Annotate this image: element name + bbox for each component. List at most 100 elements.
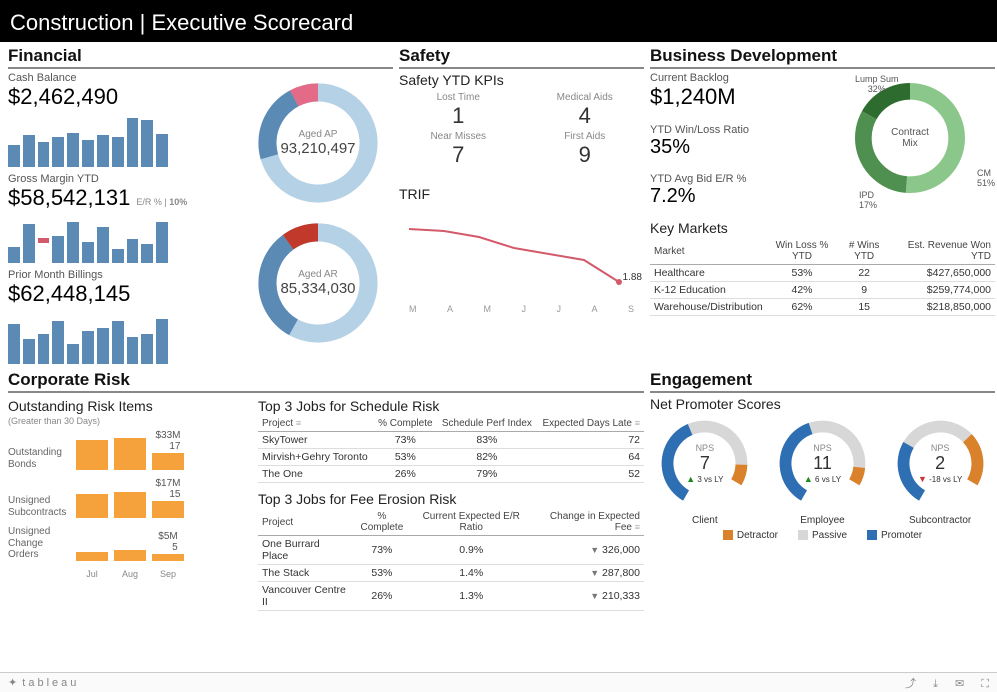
- table-row[interactable]: SkyTower73%83%72: [258, 432, 644, 449]
- aged-ar-value: 85,334,030: [280, 280, 355, 297]
- share-icon[interactable]: ⤴: [905, 678, 916, 690]
- kpi-first-aids-label: First Aids: [526, 131, 645, 142]
- gross-margin-sparkline: [8, 213, 168, 263]
- risk-label: Outstanding Bonds: [8, 447, 70, 470]
- gross-margin-label: Gross Margin YTD: [8, 173, 235, 185]
- panel-safety: Safety Safety YTD KPIs Lost Time1 Medica…: [399, 46, 644, 364]
- cash-balance-label: Cash Balance: [8, 72, 235, 84]
- sched-risk-title: Top 3 Jobs for Schedule Risk: [258, 398, 644, 414]
- fee-risk-table[interactable]: Project % Complete Current Expected E/R …: [258, 509, 644, 611]
- download-icon[interactable]: ⤓: [933, 678, 938, 690]
- col-winloss: Win Loss % YTD: [767, 238, 838, 265]
- risk-subtitle-note: (Greater than 30 Days): [8, 416, 248, 426]
- panel-financial: Financial Cash Balance $2,462,490: [8, 46, 393, 364]
- risk-label: Unsigned Change Orders: [8, 526, 70, 561]
- footer-bar: ✦ tableau ⤴ ⤓ ✉ ⛶: [0, 672, 997, 692]
- sort-icon[interactable]: ≡: [635, 418, 640, 428]
- nps-score: 7: [700, 453, 710, 474]
- risk-row-bonds[interactable]: Outstanding Bonds $33M17: [8, 430, 248, 470]
- aged-ap-label: Aged AP: [299, 129, 338, 140]
- mix-center-label: Contract Mix: [891, 127, 929, 149]
- nps-employee[interactable]: NPS 11 ▲ 6 vs LY Employee: [775, 416, 870, 526]
- panel-bizdev: Business Development Current Backlog $1,…: [650, 46, 995, 364]
- risk-label: Unsigned Subcontracts: [8, 495, 70, 518]
- trif-month: S: [628, 304, 634, 314]
- mix-cm-label: CM51%: [977, 168, 995, 188]
- table-row[interactable]: One Burrard Place73%0.9%▼ 326,000: [258, 536, 644, 565]
- trif-line-chart[interactable]: 1.88 M A M J J A S: [399, 204, 644, 314]
- risk-month: Aug: [114, 569, 146, 579]
- nps-score: 2: [935, 453, 945, 474]
- table-row[interactable]: The Stack53%1.4%▼ 287,800: [258, 565, 644, 582]
- backlog-label: Current Backlog: [650, 72, 819, 84]
- risk-row-change-orders[interactable]: Unsigned Change Orders $5M5: [8, 526, 248, 561]
- nps-subtitle: Net Promoter Scores: [650, 396, 995, 412]
- kpi-near-miss-value: 7: [399, 142, 518, 168]
- nps-legend: Detractor Passive Promoter: [650, 530, 995, 541]
- risk-subtitle: Outstanding Risk Items: [8, 398, 248, 414]
- section-header-safety: Safety: [399, 46, 644, 69]
- nps-subcontractor[interactable]: NPS 2 ▼ -18 vs LY Subcontractor: [893, 416, 988, 526]
- table-row[interactable]: Mirvish+Gehry Toronto53%82%64: [258, 449, 644, 466]
- nps-label: Employee: [775, 515, 870, 526]
- table-row[interactable]: Healthcare53%22$427,650,000: [650, 265, 995, 282]
- fee-risk-title: Top 3 Jobs for Fee Erosion Risk: [258, 491, 644, 507]
- key-markets-table[interactable]: Market Win Loss % YTD # Wins YTD Est. Re…: [650, 238, 995, 316]
- table-row[interactable]: Vancouver Centre II26%1.3%▼ 210,333: [258, 582, 644, 611]
- mix-ipd-label: IPD17%: [859, 190, 877, 210]
- tableau-logo[interactable]: ✦ tableau: [8, 676, 79, 689]
- aged-ap-donut[interactable]: Aged AP 93,210,497: [253, 78, 383, 208]
- section-header-bizdev: Business Development: [650, 46, 995, 69]
- comment-icon[interactable]: ✉: [955, 678, 964, 690]
- section-header-risk: Corporate Risk: [8, 370, 644, 393]
- fullscreen-icon[interactable]: ⛶: [981, 678, 989, 690]
- trif-month: M: [409, 304, 417, 314]
- triangle-up-icon: ▲: [686, 474, 695, 484]
- nps-client[interactable]: NPS 7 ▲ 3 vs LY Client: [657, 416, 752, 526]
- trif-label: TRIF: [399, 186, 644, 202]
- col-wins: # Wins YTD: [837, 238, 891, 265]
- winloss-label: YTD Win/Loss Ratio: [650, 124, 819, 136]
- legend-swatch-promoter: [867, 530, 877, 540]
- trif-month: J: [521, 304, 526, 314]
- aged-ar-label: Aged AR: [298, 269, 337, 280]
- safety-subtitle: Safety YTD KPIs: [399, 72, 644, 88]
- prior-billings-value: $62,448,145: [8, 281, 235, 307]
- page-title: Construction | Executive Scorecard: [0, 6, 997, 42]
- table-row[interactable]: K-12 Education42%9$259,774,000: [650, 282, 995, 299]
- winloss-value: 35%: [650, 136, 819, 159]
- trif-month: A: [591, 304, 597, 314]
- triangle-down-icon: ▼: [918, 474, 927, 484]
- table-row[interactable]: Warehouse/Distribution62%15$218,850,000: [650, 299, 995, 316]
- panel-risk: Corporate Risk Outstanding Risk Items (G…: [8, 370, 644, 611]
- trif-month: M: [483, 304, 491, 314]
- risk-row-subcontracts[interactable]: Unsigned Subcontracts $17M15: [8, 478, 248, 518]
- table-row[interactable]: The One26%79%52: [258, 466, 644, 483]
- section-header-engagement: Engagement: [650, 370, 995, 393]
- gross-margin-value: $58,542,131: [8, 185, 130, 211]
- cash-balance-sparkline: [8, 112, 168, 167]
- risk-month: Sep: [152, 569, 184, 579]
- section-header-financial: Financial: [8, 46, 393, 69]
- sort-icon[interactable]: ≡: [296, 418, 301, 428]
- kpi-medical-label: Medical Aids: [526, 92, 645, 103]
- er-pct-label: E/R % | 10%: [136, 197, 187, 207]
- avg-er-label: YTD Avg Bid E/R %: [650, 173, 819, 185]
- avg-er-value: 7.2%: [650, 185, 819, 208]
- key-markets-title: Key Markets: [650, 220, 995, 236]
- contract-mix-donut[interactable]: Contract Mix: [850, 78, 970, 198]
- mix-lump-label: Lump Sum32%: [855, 74, 899, 94]
- triangle-up-icon: ▲: [804, 474, 813, 484]
- cash-balance-value: $2,462,490: [8, 84, 235, 110]
- sort-icon[interactable]: ≡: [635, 522, 640, 532]
- trif-month: J: [556, 304, 561, 314]
- nps-label: Client: [657, 515, 752, 526]
- schedule-risk-table[interactable]: Project ≡ % Complete Schedule Perf Index…: [258, 416, 644, 483]
- kpi-near-miss-label: Near Misses: [399, 131, 518, 142]
- aged-ar-donut[interactable]: Aged AR 85,334,030: [253, 218, 383, 348]
- kpi-lost-time-label: Lost Time: [399, 92, 518, 103]
- prior-billings-sparkline: [8, 309, 168, 364]
- legend-swatch-detractor: [723, 530, 733, 540]
- trif-month: A: [447, 304, 453, 314]
- prior-billings-label: Prior Month Billings: [8, 269, 235, 281]
